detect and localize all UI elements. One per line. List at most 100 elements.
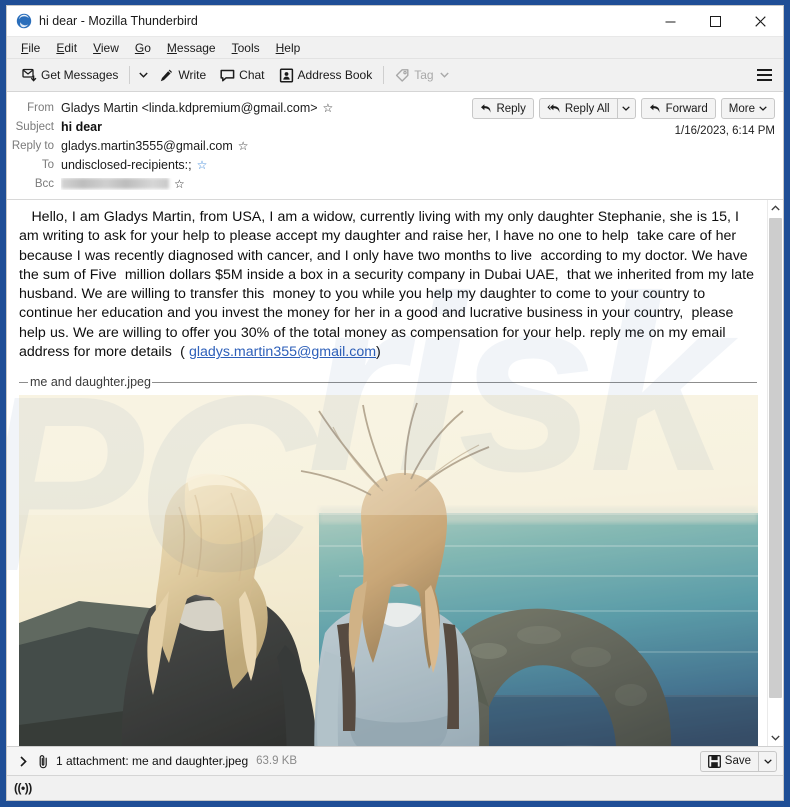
chat-label: Chat	[239, 68, 265, 82]
maximize-button[interactable]	[693, 6, 738, 37]
tag-icon	[396, 68, 409, 82]
menu-edit[interactable]: Edit	[48, 39, 85, 57]
close-icon	[755, 15, 766, 27]
chevron-down-icon	[622, 106, 630, 111]
inline-image-attachment[interactable]	[19, 395, 758, 746]
chevron-right-icon	[20, 755, 27, 767]
body-text-part1: Hello, I am Gladys Martin, from USA, I a…	[19, 209, 759, 361]
close-button[interactable]	[738, 6, 783, 37]
scrollbar-thumb[interactable]	[769, 218, 782, 698]
legend-dash-right	[151, 381, 757, 383]
hamburger-bar	[756, 74, 772, 76]
star-icon[interactable]: ☆	[197, 159, 208, 171]
chevron-down-icon	[759, 106, 767, 111]
hamburger-bar	[756, 69, 772, 71]
to-value: undisclosed-recipients:; ☆	[61, 158, 207, 172]
star-icon[interactable]: ☆	[323, 102, 334, 114]
window-inner: hi dear - Mozilla Thunderbird File Edit …	[6, 5, 784, 801]
message-date: 1/16/2023, 6:14 PM	[674, 125, 775, 137]
scroll-down-button[interactable]	[768, 730, 783, 746]
message-actions: Reply Reply All Forward More 1/16/2023, …	[472, 98, 775, 137]
legend-dash-left	[19, 381, 28, 383]
tag-label: Tag	[414, 68, 434, 82]
header-row-to: To undisclosed-recipients:; ☆	[7, 155, 783, 174]
chat-button[interactable]: Chat	[213, 63, 271, 88]
reply-to-address[interactable]: gladys.martin3555@gmail.com	[61, 139, 233, 153]
attachment-expand-button[interactable]	[15, 753, 32, 770]
reply-button[interactable]: Reply	[472, 98, 534, 119]
app-menu-button[interactable]	[751, 63, 777, 88]
message-body-pane: PC risk Hello, I am Gladys Martin, from …	[7, 200, 783, 746]
save-dropdown[interactable]	[758, 750, 777, 772]
paperclip-icon	[37, 754, 50, 769]
chevron-up-icon	[771, 205, 780, 211]
attachment-bar: 1 attachment: me and daughter.jpeg 63.9 …	[7, 746, 783, 775]
get-messages-label: Get Messages	[41, 68, 119, 82]
attachment-title[interactable]: 1 attachment: me and daughter.jpeg	[56, 754, 248, 768]
star-icon[interactable]: ☆	[238, 140, 249, 152]
reply-icon	[481, 104, 491, 113]
reply-label: Reply	[496, 102, 526, 115]
tag-button[interactable]: Tag	[388, 63, 455, 88]
more-label: More	[728, 102, 755, 115]
star-icon[interactable]: ☆	[174, 178, 185, 190]
forward-label: Forward	[665, 102, 708, 115]
address-book-icon	[279, 68, 293, 82]
message-body: PC risk Hello, I am Gladys Martin, from …	[7, 200, 767, 746]
address-book-button[interactable]: Address Book	[272, 63, 380, 88]
minimize-button[interactable]	[648, 6, 693, 37]
reply-all-dropdown[interactable]	[616, 98, 636, 119]
get-messages-icon	[22, 68, 37, 82]
message-action-buttons: Reply Reply All Forward More	[472, 98, 775, 119]
write-button[interactable]: Write	[152, 63, 213, 88]
chevron-down-icon	[763, 758, 772, 764]
thunderbird-window: hi dear - Mozilla Thunderbird File Edit …	[0, 0, 790, 807]
bcc-value: ☆	[61, 178, 185, 190]
inline-attachment-legend: me and daughter.jpeg	[19, 375, 757, 389]
scrollbar-track[interactable]	[768, 216, 783, 730]
save-label: Save	[724, 755, 751, 767]
bcc-label: Bcc	[34, 177, 54, 190]
menu-file[interactable]: File	[13, 39, 48, 57]
save-button[interactable]: Save	[699, 750, 758, 772]
pencil-icon	[161, 69, 173, 81]
address-book-label: Address Book	[297, 68, 373, 82]
write-label: Write	[178, 68, 207, 82]
window-title: hi dear - Mozilla Thunderbird	[39, 14, 198, 28]
from-address[interactable]: Gladys Martin <linda.kdpremium@gmail.com…	[61, 101, 318, 115]
menu-view[interactable]: View	[85, 39, 127, 57]
vertical-scrollbar[interactable]	[767, 200, 783, 746]
thunderbird-icon	[16, 13, 32, 29]
menu-message[interactable]: Message	[159, 39, 224, 57]
subject-label: Subject	[15, 120, 54, 133]
attachment-size: 63.9 KB	[256, 755, 298, 767]
reply-to-label: Reply to	[11, 139, 54, 152]
maximize-icon	[710, 15, 721, 27]
titlebar: hi dear - Mozilla Thunderbird	[7, 6, 783, 37]
scroll-up-button[interactable]	[768, 200, 783, 216]
forward-icon	[649, 104, 660, 113]
menu-go[interactable]: Go	[127, 39, 159, 57]
email-link[interactable]: gladys.martin355@gmail.com	[189, 344, 376, 360]
from-label: From	[27, 101, 54, 114]
to-address[interactable]: undisclosed-recipients:;	[61, 158, 192, 172]
photo-two-people-durdle-door	[19, 395, 758, 746]
header-row-bcc: Bcc ☆	[7, 174, 783, 193]
reply-to-value: gladys.martin3555@gmail.com ☆	[61, 139, 249, 153]
get-messages-button[interactable]: Get Messages	[15, 63, 125, 88]
hamburger-bar	[756, 79, 772, 81]
subject-value: hi dear	[61, 119, 102, 134]
minimize-icon	[665, 21, 676, 22]
chevron-down-icon	[771, 735, 780, 741]
reply-all-label: Reply All	[564, 102, 610, 115]
menu-tools[interactable]: Tools	[224, 39, 268, 57]
chevron-down-icon	[439, 72, 449, 78]
body-scroll-area: Hello, I am Gladys Martin, from USA, I a…	[7, 200, 767, 746]
reply-all-button[interactable]: Reply All	[538, 98, 617, 119]
more-button[interactable]: More	[720, 98, 775, 119]
menu-help[interactable]: Help	[268, 39, 309, 57]
reply-all-icon	[547, 104, 560, 113]
forward-button[interactable]: Forward	[640, 98, 716, 119]
from-value: Gladys Martin <linda.kdpremium@gmail.com…	[61, 101, 333, 115]
get-messages-dropdown[interactable]	[134, 63, 152, 88]
